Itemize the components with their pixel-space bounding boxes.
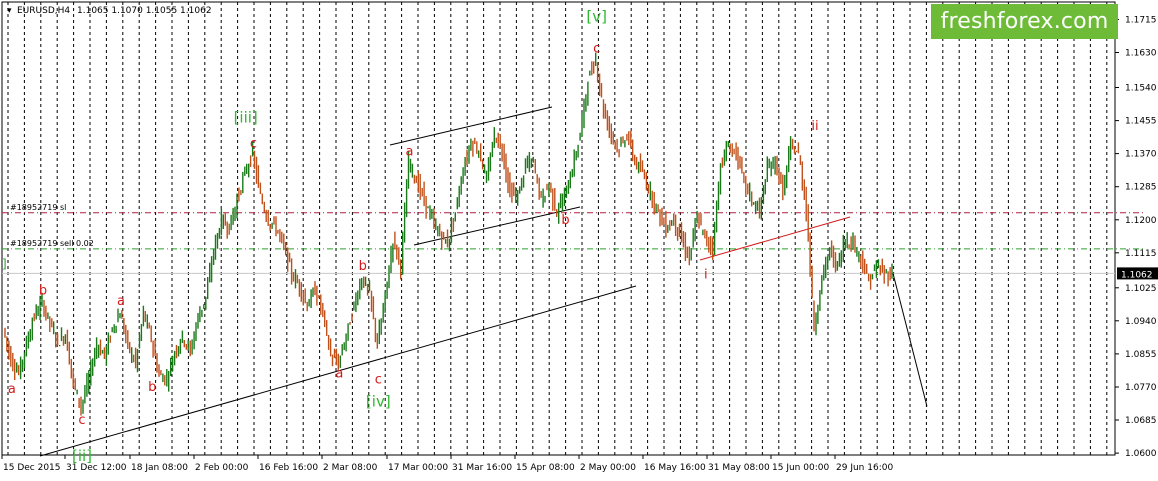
- sell-order-label: #18952719 sell 0.02: [10, 239, 94, 248]
- wave-label: ii: [811, 119, 818, 134]
- y-tick-label: 1.0940: [1125, 317, 1157, 327]
- wave-label: [v]: [586, 7, 607, 25]
- stop-loss-label: #18952719 sl: [10, 203, 66, 212]
- wave-label: a: [8, 382, 16, 397]
- y-tick-label: 1.0855: [1125, 350, 1157, 360]
- x-tick-label: 29 Jun 16:00: [836, 463, 893, 473]
- x-tick-label: 2 Mar 08:00: [323, 463, 378, 473]
- y-tick-label: 1.1025: [1125, 284, 1157, 294]
- chart: #18952719 sl #18952719 sell 0.02 a b c [ii] a…: [0, 0, 1158, 477]
- y-tick-label: 1.0770: [1125, 383, 1157, 393]
- y-tick-label: 1.1540: [1125, 84, 1157, 94]
- wave-label: a: [335, 367, 343, 382]
- wave-label: a: [117, 294, 125, 309]
- wave-label: b: [561, 213, 569, 228]
- wave-label: a: [406, 145, 414, 160]
- y-tick-label: 1.1630: [1125, 49, 1157, 59]
- x-tick-label: 17 Mar 00:00: [388, 463, 448, 473]
- price-chart: #18952719 sl#18952719 sell 0.02 abc[ii]a…: [0, 0, 1158, 477]
- y-tick-label: 1.1285: [1125, 183, 1157, 193]
- x-tick-label: 15 Dec 2015: [3, 463, 61, 473]
- wave-label: c: [375, 372, 382, 387]
- wave-label: i: [704, 267, 708, 282]
- chart-symbol: EURUSD,H4: [17, 6, 70, 16]
- y-tick-label: 1.1455: [1125, 117, 1157, 127]
- wave-label: c: [250, 137, 257, 152]
- x-tick-label: 31 Mar 16:00: [452, 463, 512, 473]
- wave-label: b: [39, 283, 47, 298]
- y-tick-label: 1.1200: [1125, 216, 1157, 226]
- brand-logo[interactable]: freshforex.com: [931, 4, 1118, 39]
- wave-label: c: [78, 413, 85, 428]
- y-tick-label: 1.1370: [1125, 150, 1157, 160]
- y-tick-label: 1.1115: [1125, 249, 1157, 259]
- current-price-label: 1.1062: [1121, 270, 1153, 280]
- y-tick-label: 1.0600: [1125, 449, 1157, 459]
- x-tick-label: 31 May 08:00: [708, 463, 770, 473]
- wave-label: c: [593, 41, 600, 56]
- wave-label: b: [148, 380, 156, 395]
- x-tick-label: 16 May 16:00: [644, 463, 706, 473]
- ohlc-readout: 1.1065 1.1070 1.1055 1.1062: [77, 6, 212, 16]
- x-tick-label: 16 Feb 16:00: [259, 463, 318, 473]
- y-tick-label: 1.0685: [1125, 416, 1157, 426]
- x-tick-label: 2 Feb 00:00: [195, 463, 249, 473]
- x-tick-label: 2 May 00:00: [580, 463, 636, 473]
- x-tick-label: 31 Dec 12:00: [66, 463, 127, 473]
- symbol-icon: ▾: [7, 6, 12, 16]
- wave-label: [iii]: [234, 108, 258, 126]
- tp-marker: ]: [2, 257, 7, 271]
- wave-label: [iv]: [366, 393, 391, 411]
- x-tick-label: 15 Jun 00:00: [772, 463, 829, 473]
- y-tick-label: 1.1715: [1125, 16, 1157, 26]
- wave-label: b: [359, 259, 367, 274]
- x-tick-label: 15 Apr 08:00: [516, 463, 575, 473]
- x-tick-label: 18 Jan 08:00: [131, 463, 188, 473]
